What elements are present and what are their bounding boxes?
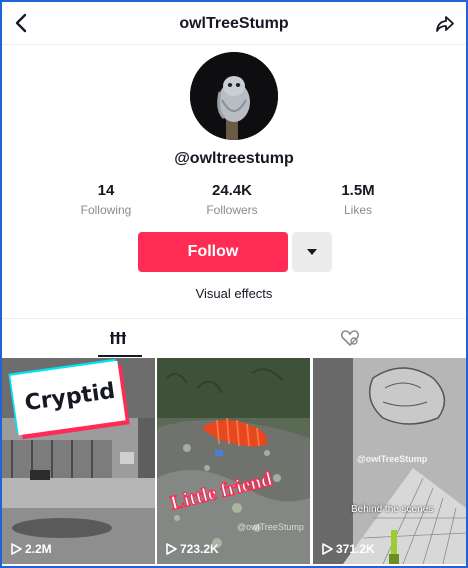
header: owlTreeStump: [2, 2, 466, 45]
video-thumbnail[interactable]: @owlTreeStump Behind the scenes 371.2K: [313, 358, 466, 564]
video-grid: Cryptid 2.2M Little friend @owlTreeStump…: [2, 358, 466, 564]
videos-grid-icon: [110, 332, 126, 344]
video-thumbnail-image: [157, 358, 310, 564]
video-thumbnail[interactable]: Little friend @owlTreeStump 723.2K: [157, 358, 310, 564]
share-button[interactable]: [434, 13, 456, 35]
view-count-value: 2.2M: [25, 542, 52, 556]
caret-down-icon: [307, 249, 317, 255]
view-count: 723.2K: [165, 542, 219, 556]
follow-button[interactable]: Follow: [138, 232, 288, 272]
video-watermark: @owlTreeStump: [237, 522, 304, 532]
suggested-accounts-button[interactable]: [292, 232, 332, 272]
stat-likes: 1.5M Likes: [303, 182, 413, 217]
stat-value: 14: [97, 182, 115, 199]
view-count-value: 723.2K: [180, 542, 219, 556]
profile-bio: Visual effects: [195, 286, 273, 301]
tab-videos[interactable]: [2, 319, 234, 357]
share-arrow-icon: [436, 16, 454, 32]
stat-followers[interactable]: 24.4K Followers: [177, 182, 287, 217]
video-caption: Behind the scenes: [351, 504, 434, 515]
video-thumbnail[interactable]: Cryptid 2.2M: [2, 358, 155, 564]
view-count-value: 371.2K: [336, 542, 375, 556]
stat-label: Followers: [206, 203, 258, 217]
tab-liked[interactable]: [234, 319, 466, 357]
video-watermark: @owlTreeStump: [357, 454, 428, 464]
avatar[interactable]: [190, 52, 278, 140]
view-count: 371.2K: [321, 542, 375, 556]
play-icon: [11, 543, 22, 555]
active-tab-indicator: [98, 355, 142, 357]
owl-photo-image: [190, 52, 278, 140]
view-count: 2.2M: [10, 542, 52, 556]
stat-value: 24.4K: [211, 182, 253, 199]
stat-following[interactable]: 14 Following: [51, 182, 161, 217]
page-title: owlTreeStump: [179, 15, 289, 32]
content-tabs: [2, 318, 466, 357]
stat-label: Likes: [343, 203, 372, 217]
stat-label: Following: [80, 203, 132, 217]
liked-videos-icon: [340, 330, 360, 347]
play-icon: [322, 543, 333, 555]
play-icon: [166, 543, 177, 555]
stat-value: 1.5M: [341, 182, 375, 199]
profile-handle: @owltreestump: [174, 150, 294, 167]
